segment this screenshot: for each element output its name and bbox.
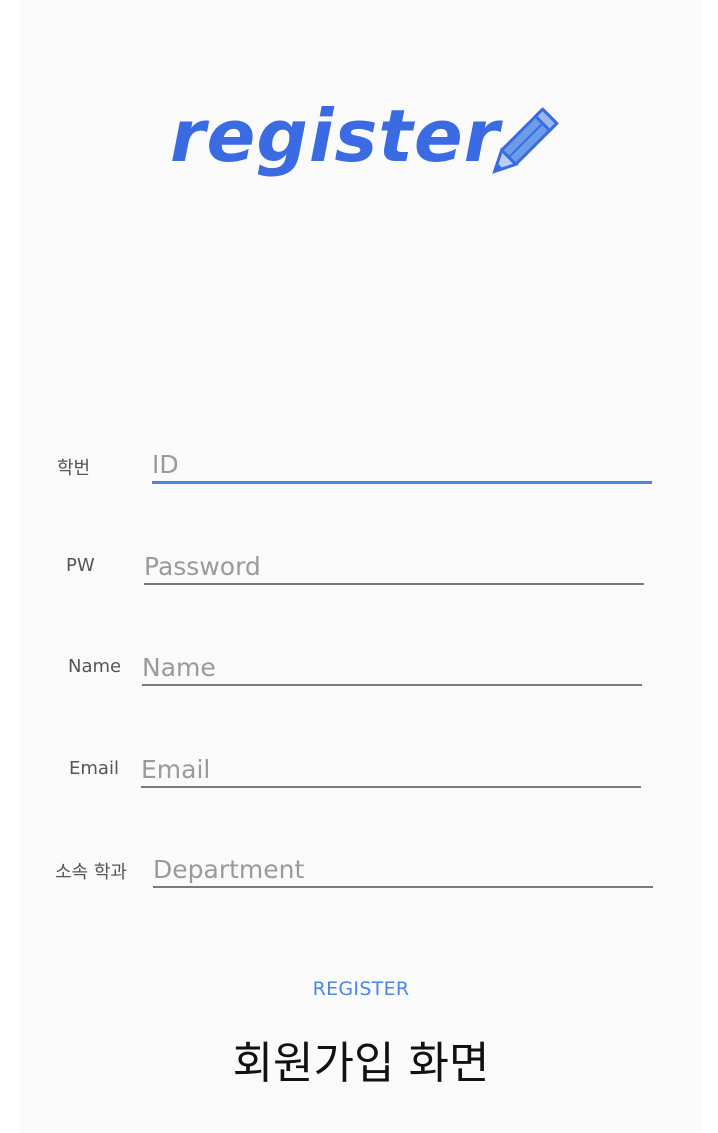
form-row-department: 소속 학과	[20, 846, 702, 896]
name-label: Name	[68, 656, 122, 677]
pencil-icon	[492, 107, 559, 174]
email-input[interactable]	[141, 752, 641, 788]
register-logo: register	[170, 100, 590, 230]
id-input[interactable]	[152, 447, 652, 484]
logo-text: register	[170, 94, 501, 178]
form-row-id: 학번	[20, 440, 702, 490]
form-row-email: Email	[20, 745, 702, 795]
department-label: 소속 학과	[55, 862, 127, 883]
department-input[interactable]	[153, 852, 653, 888]
screen-caption: 회원가입 화면	[232, 1038, 490, 1089]
form-row-name: Name	[20, 644, 702, 694]
email-label: Email	[69, 758, 119, 779]
password-label: PW	[66, 555, 95, 576]
password-input[interactable]	[144, 549, 644, 585]
id-label: 학번	[57, 458, 91, 479]
name-input[interactable]	[142, 650, 642, 686]
register-button[interactable]: REGISTER	[20, 974, 702, 1004]
form-row-password: PW	[20, 543, 702, 593]
register-screen: register 학번 PW Name Email 소속 학과	[20, 0, 702, 1133]
